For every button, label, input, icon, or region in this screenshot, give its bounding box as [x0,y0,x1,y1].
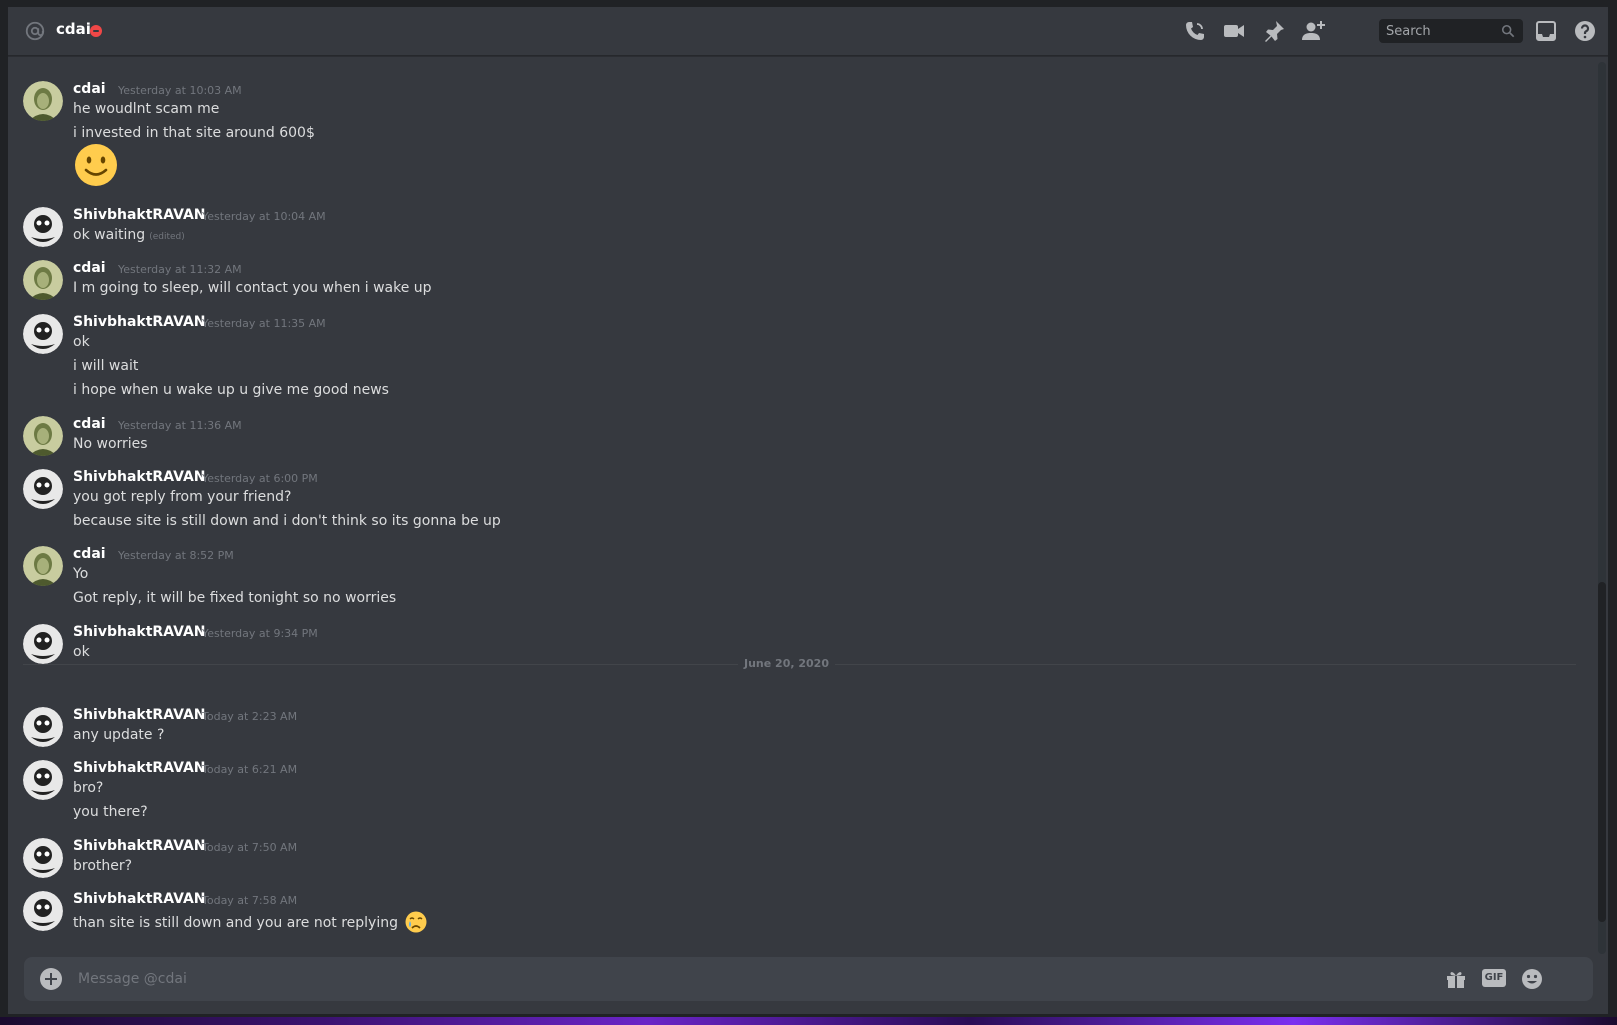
message-author[interactable]: cdai [73,546,106,562]
message-text: i will wait [73,358,139,374]
message-text: ok waiting (edited) [73,227,185,243]
message-author[interactable]: ShivbhaktRAVAN [73,469,206,485]
ravan-avatar[interactable] [23,469,63,509]
window-right-edge [1608,7,1617,1017]
gift-icon[interactable] [1444,967,1468,991]
add-friend-icon[interactable] [1301,19,1325,43]
message-timestamp: Yesterday at 11:35 AM [202,317,326,330]
message-text: No worries [73,436,148,452]
help-icon[interactable] [1573,19,1597,43]
ravan-avatar[interactable] [23,838,63,878]
message-text: Yo [73,566,89,582]
message-author[interactable]: ShivbhaktRAVAN [73,891,206,907]
message-timestamp: Today at 7:58 AM [202,894,298,907]
message-text-content: than site is still down and you are not … [73,915,398,931]
message-timestamp: Yesterday at 10:03 AM [118,84,242,97]
channel-header: cdai [8,7,1608,56]
ravan-avatar[interactable] [23,707,63,747]
message-timestamp: Yesterday at 11:32 AM [118,263,242,276]
inbox-icon[interactable] [1534,19,1558,43]
message-author[interactable]: cdai [73,260,106,276]
pin-icon[interactable] [1262,19,1286,43]
search-input[interactable] [1386,19,1496,43]
at-icon [25,21,45,41]
message-timestamp: Yesterday at 9:34 PM [202,627,318,640]
ravan-avatar[interactable] [23,207,63,247]
ravan-avatar[interactable] [23,760,63,800]
os-taskbar [0,1017,1617,1025]
message-text: I m going to sleep, will contact you whe… [73,280,432,296]
message-text: than site is still down and you are not … [73,911,427,933]
message-text: i hope when u wake up u give me good new… [73,382,389,398]
message-text: bro? [73,780,104,796]
message-text: ok [73,334,90,350]
message-text: Got reply, it will be fixed tonight so n… [73,590,397,606]
message-text: any update ? [73,727,165,743]
titlebar-strip [0,0,1617,7]
dnd-status-icon [90,25,102,37]
video-call-icon[interactable] [1222,19,1246,43]
edited-tag: (edited) [149,232,185,242]
crying-face-emoji [405,911,427,933]
emoji-picker-icon[interactable] [1520,967,1544,991]
message-list[interactable]: cdai Yesterday at 10:03 AM he woudlnt sc… [8,56,1598,954]
message-author[interactable]: ShivbhaktRAVAN [73,207,206,223]
message-text: you got reply from your friend? [73,489,292,505]
message-author[interactable]: cdai [73,81,106,97]
message-text: ok [73,644,90,660]
message-timestamp: Yesterday at 10:04 AM [202,210,326,223]
cdai-avatar[interactable] [23,81,63,121]
message-timestamp: Today at 2:23 AM [202,710,298,723]
date-divider-label: June 20, 2020 [738,657,835,670]
message-text: he woudlnt scam me [73,101,220,117]
message-text: brother? [73,858,133,874]
message-author[interactable]: ShivbhaktRAVAN [73,760,206,776]
message-timestamp: Yesterday at 8:52 PM [118,549,234,562]
message-timestamp: Today at 7:50 AM [202,841,298,854]
message-timestamp: Today at 6:21 AM [202,763,298,776]
message-text: i invested in that site around 600$ [73,125,315,141]
search-box[interactable] [1379,19,1523,43]
scrollbar-thumb[interactable] [1598,582,1606,922]
dm-recipient-name: cdai [56,20,91,38]
ravan-avatar[interactable] [23,624,63,664]
ravan-avatar[interactable] [23,314,63,354]
message-input[interactable] [78,957,1428,1001]
message-author[interactable]: ShivbhaktRAVAN [73,838,206,854]
message-timestamp: Yesterday at 11:36 AM [118,419,242,432]
message-author[interactable]: ShivbhaktRAVAN [73,314,206,330]
attach-plus-icon[interactable] [40,968,62,990]
dm-window: cdai Search cdai Yesterday at 10:03 AM h… [8,7,1608,1014]
cdai-avatar[interactable] [23,416,63,456]
message-scrollbar[interactable] [1598,62,1606,954]
message-text: because site is still down and i don't t… [73,513,501,529]
ravan-avatar[interactable] [23,891,63,931]
message-author[interactable]: ShivbhaktRAVAN [73,707,206,723]
message-composer: GIF [24,957,1593,1001]
gif-icon[interactable]: GIF [1482,969,1506,987]
slightly-smiling-face-emoji [75,144,117,186]
message-timestamp: Yesterday at 6:00 PM [202,472,318,485]
cdai-avatar[interactable] [23,260,63,300]
cdai-avatar[interactable] [23,546,63,586]
search-icon[interactable] [1501,24,1515,38]
window-left-edge [0,7,8,1017]
message-text-content: ok waiting [73,227,146,243]
message-text: you there? [73,804,148,820]
message-author[interactable]: cdai [73,416,106,432]
message-author[interactable]: ShivbhaktRAVAN [73,624,206,640]
voice-call-icon[interactable] [1183,19,1207,43]
